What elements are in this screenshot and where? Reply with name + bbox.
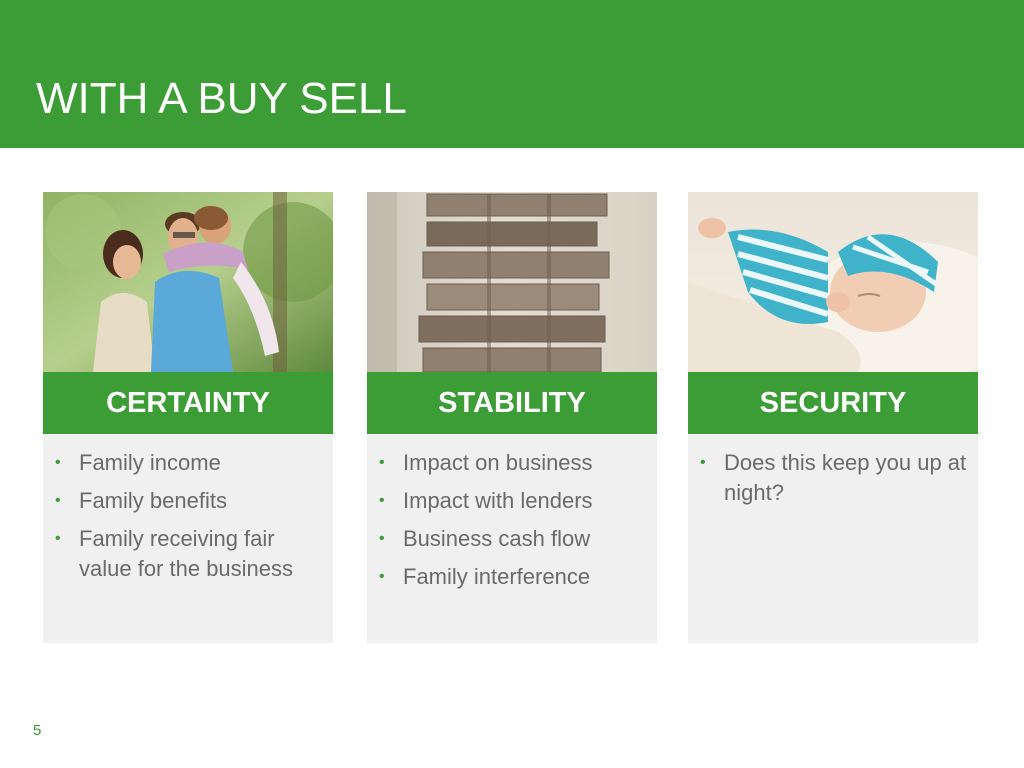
bullet-list: • Family income • Family benefits • Family … bbox=[43, 448, 333, 592]
bullet-item: • Does this keep you up at night? bbox=[700, 450, 967, 505]
bullet-item: • Family income bbox=[55, 450, 221, 475]
bullet-item: • Business cash flow bbox=[379, 526, 591, 551]
bullet-item: • Impact with lenders bbox=[379, 488, 593, 513]
page-number: 5 bbox=[33, 722, 42, 739]
card-heading: SECURITY bbox=[688, 372, 978, 434]
card-heading: STABILITY bbox=[367, 372, 657, 434]
bullet-item: • Family benefits bbox=[55, 488, 227, 513]
card-security: SECURITY • Does this keep you up at night… bbox=[688, 192, 978, 643]
card-certainty: CERTAINTY • Family income • Family benefit… bbox=[43, 192, 333, 643]
card-stability: STABILITY • Impact on business • Impact wi… bbox=[367, 192, 657, 643]
slide-title: WITH A BUY SELL bbox=[36, 74, 407, 123]
bullet-list: • Impact on business • Impact with lenders… bbox=[367, 448, 657, 600]
wooden-block-tower-photo bbox=[367, 192, 657, 372]
family-photo bbox=[43, 192, 333, 372]
title-banner: WITH A BUY SELL bbox=[0, 0, 1024, 148]
bullet-item: • Family receiving fair value for the bus… bbox=[55, 526, 294, 581]
card-heading: CERTAINTY bbox=[43, 372, 333, 434]
bullet-item: • Family interference bbox=[379, 564, 591, 589]
sleeping-baby-photo bbox=[688, 192, 978, 372]
bullet-list: • Does this keep you up at night? bbox=[688, 448, 978, 516]
bullet-item: • Impact on business bbox=[379, 450, 593, 475]
